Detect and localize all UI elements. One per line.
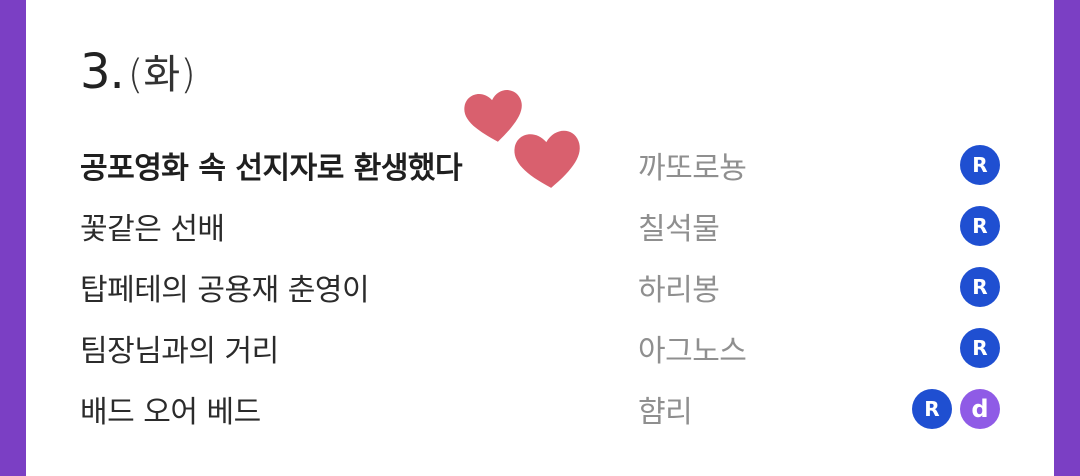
ridibooks-badge-icon[interactable]: R: [960, 327, 1000, 368]
platform-badges: R: [960, 266, 1000, 307]
section-number: 3.: [80, 44, 125, 100]
section-heading: 3. (화): [80, 42, 196, 100]
work-title[interactable]: 탑페테의 공용재 춘영이: [80, 265, 640, 309]
list-item[interactable]: 탑페테의 공용재 춘영이 하리봉 R: [80, 256, 1000, 317]
work-author: 칠석물: [638, 211, 720, 247]
work-author: 아그노스: [638, 333, 747, 369]
work-author: 하리봉: [638, 272, 720, 308]
platform-badges: R: [960, 205, 1000, 246]
work-title[interactable]: 배드 오어 베드: [80, 387, 640, 431]
work-title[interactable]: 꽃같은 선배: [80, 204, 640, 248]
work-author: 햠리: [638, 394, 693, 430]
list-item[interactable]: 꽃같은 선배 칠석물 R: [80, 195, 1000, 256]
platform-badges: R: [960, 144, 1000, 185]
section-day: (화): [127, 52, 196, 98]
heart-icon: [514, 130, 580, 188]
heart-icon: [464, 90, 522, 142]
platform-badges: R: [960, 327, 1000, 368]
schedule-card: 3. (화) 공포영화 속 선지자로 환생했다 까또로뇽 R 꽃같은 선배 칠석…: [26, 0, 1054, 476]
dpub-badge-icon[interactable]: d: [960, 388, 1000, 429]
list-item[interactable]: 팀장님과의 거리 아그노스 R: [80, 317, 1000, 378]
work-author: 까또로뇽: [638, 150, 747, 186]
ridibooks-badge-icon[interactable]: R: [960, 144, 1000, 185]
ridibooks-badge-icon[interactable]: R: [960, 205, 1000, 246]
hearts-icon: [464, 90, 580, 188]
ridibooks-badge-icon[interactable]: R: [960, 266, 1000, 307]
work-title[interactable]: 팀장님과의 거리: [80, 326, 640, 370]
platform-badges: R d: [912, 388, 1000, 429]
ridibooks-badge-icon[interactable]: R: [912, 388, 952, 429]
list-item[interactable]: 배드 오어 베드 햠리 R d: [80, 378, 1000, 439]
